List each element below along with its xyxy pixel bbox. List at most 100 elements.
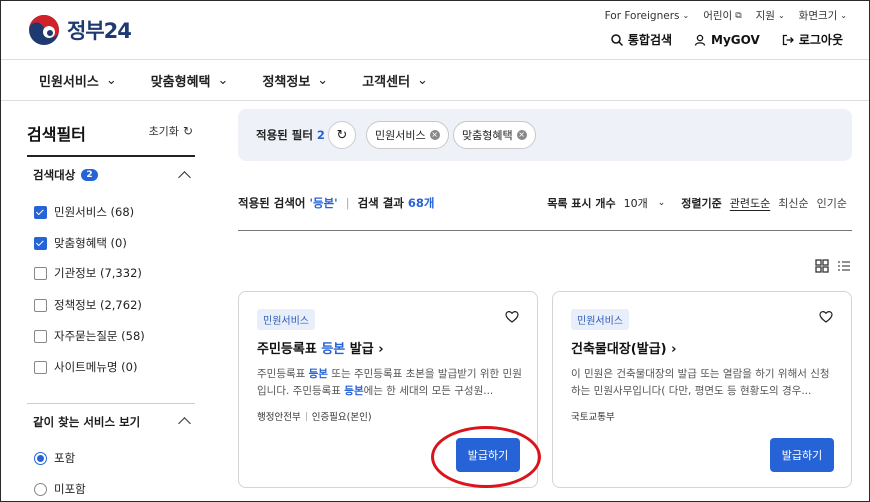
- title-highlight: 등본: [321, 342, 346, 357]
- result-card: 민원서비스 주민등록표 등본 발급 › 주민등록표 등본 또는 주민등록표 초본…: [238, 291, 538, 488]
- card-title-link[interactable]: 건축물대장(발급) ›: [571, 338, 677, 357]
- per-page-select[interactable]: 10개 ⌄: [624, 195, 666, 211]
- taegeuk-logo-icon: [29, 15, 59, 45]
- desc-highlight: 등본: [344, 385, 364, 397]
- util-support[interactable]: 지원 ⌄: [756, 8, 785, 23]
- search-target-label: 검색대상: [33, 168, 76, 182]
- filter-label-text: 적용된 필터: [256, 128, 313, 142]
- menu-custom-benefits[interactable]: 맞춤형혜택 ⌄: [151, 71, 229, 90]
- checkbox-checked[interactable]: [34, 236, 47, 250]
- filter-refresh-button[interactable]: ↻: [328, 121, 356, 149]
- close-icon[interactable]: ×: [516, 130, 527, 140]
- grid-view-icon[interactable]: [815, 259, 829, 273]
- radio-label: 포함: [54, 451, 76, 465]
- checkbox-faq[interactable]: 자주묻는질문 (58): [34, 328, 145, 344]
- collapse-chevron-icon[interactable]: [178, 171, 191, 184]
- main-menu: 민원서비스 ⌄ 맞춤형혜택 ⌄ 정책정보 ⌄ 고객센터 ⌄: [39, 71, 428, 90]
- checkbox-policy-info[interactable]: 정책정보 (2,762): [34, 297, 142, 313]
- sidebar-divider: [27, 155, 195, 157]
- list-view-icon[interactable]: [837, 259, 851, 273]
- radio-exclude[interactable]: 미포함: [34, 481, 86, 497]
- checkbox-label: 자주묻는질문 (58): [54, 329, 145, 343]
- filter-chip-civil-service[interactable]: 민원서비스 ×: [366, 121, 449, 149]
- heart-icon[interactable]: [505, 310, 519, 324]
- checkbox[interactable]: [34, 360, 47, 374]
- agency-name: 국토교통부: [571, 412, 615, 423]
- integrated-search-button[interactable]: 통합검색: [611, 31, 672, 48]
- chevron-down-icon: ⌄: [657, 198, 666, 208]
- sort-popular[interactable]: 인기순: [817, 195, 847, 211]
- issue-button[interactable]: 발급하기: [770, 438, 834, 472]
- card-description: 이 민원은 건축물대장의 발급 또는 열람을 하기 위해서 신청하는 민원사무입…: [571, 368, 830, 397]
- external-link-icon: ⧉: [735, 10, 742, 21]
- collapse-chevron-icon[interactable]: [178, 417, 191, 430]
- sort-latest[interactable]: 최신순: [778, 195, 808, 211]
- checkbox-civil-service[interactable]: 민원서비스 (68): [34, 204, 134, 220]
- filter-chip-custom-benefits[interactable]: 맞춤형혜택 ×: [453, 121, 536, 149]
- checkbox-agency-info[interactable]: 기관정보 (7,332): [34, 265, 142, 281]
- util-foreigners[interactable]: For Foreigners ⌄: [605, 8, 690, 23]
- desc-highlight: 등본: [308, 368, 328, 380]
- menu-divider: [1, 100, 869, 101]
- checkbox-custom-benefits[interactable]: 맞춤형혜택 (0): [34, 235, 127, 251]
- title-text: 건축물대장(발급): [571, 342, 667, 357]
- applied-filter-bar: 적용된 필터 2 ↻ 민원서비스 × 맞춤형혜택 ×: [238, 109, 852, 161]
- per-page-value: 10개: [623, 197, 648, 210]
- sidebar-title: 검색필터: [27, 125, 86, 144]
- issue-button[interactable]: 발급하기: [456, 438, 520, 472]
- applied-filter-label: 적용된 필터 2: [256, 127, 325, 143]
- checkbox-checked[interactable]: [34, 205, 47, 219]
- refresh-icon: ↻: [182, 124, 193, 138]
- chip-label: 민원서비스: [375, 129, 426, 142]
- radio-label: 미포함: [54, 482, 86, 496]
- close-icon[interactable]: ×: [429, 130, 440, 140]
- card-meta: 국토교통부: [571, 409, 615, 423]
- menu-policy-info[interactable]: 정책정보 ⌄: [262, 71, 328, 90]
- desc-text: 주민등록표: [257, 368, 309, 380]
- gov24-logo[interactable]: 정부24: [27, 13, 132, 47]
- result-count: 68개: [407, 196, 435, 210]
- desc-text: 에는 한 세대의 모든 구성원...: [363, 385, 494, 397]
- per-page-label: 목록 표시 개수: [547, 197, 616, 210]
- category-tag: 민원서비스: [571, 309, 629, 330]
- agency-name: 행정안전부: [257, 412, 301, 423]
- chevron-down-icon: ⌄: [105, 73, 117, 88]
- category-tag: 민원서비스: [257, 309, 315, 330]
- util-children[interactable]: 어린이 ⧉: [703, 8, 741, 23]
- checkbox[interactable]: [34, 298, 47, 312]
- chip-label: 맞춤형혜택: [462, 129, 513, 142]
- chevron-down-icon: ⌄: [417, 73, 428, 88]
- applied-keyword-label: 적용된 검색어: [238, 196, 306, 210]
- radio-include[interactable]: 포함: [34, 450, 75, 466]
- logout-icon: [782, 34, 794, 45]
- menu-customer-center[interactable]: 고객센터 ⌄: [362, 71, 428, 90]
- result-controls: 목록 표시 개수 10개 ⌄ 정렬기준 관련도순 최신순 인기순: [547, 195, 847, 211]
- menu-civil-service[interactable]: 민원서비스 ⌄: [39, 71, 117, 90]
- related-services-header[interactable]: 같이 찾는 서비스 보기: [33, 414, 140, 430]
- checkbox[interactable]: [34, 266, 47, 280]
- checkbox-label: 민원서비스 (68): [54, 205, 135, 219]
- reset-label: 초기화: [148, 125, 179, 138]
- chevron-down-icon: ⌄: [217, 73, 229, 88]
- sort-relevance[interactable]: 관련도순: [730, 195, 770, 211]
- sort-label: 정렬기준: [681, 197, 722, 210]
- user-icon: [694, 34, 706, 46]
- chevron-down-icon: ⌄: [682, 11, 690, 20]
- radio-selected[interactable]: [34, 451, 47, 465]
- radio[interactable]: [34, 482, 47, 496]
- filter-count: 2: [316, 128, 325, 142]
- card-title-link[interactable]: 주민등록표 등본 발급 ›: [257, 338, 384, 357]
- logout-button[interactable]: 로그아웃: [782, 31, 843, 48]
- heart-icon[interactable]: [819, 310, 833, 324]
- mygov-button[interactable]: MyGOV: [694, 31, 760, 48]
- chevron-right-icon: ›: [378, 342, 384, 357]
- search-target-header[interactable]: 검색대상 2: [33, 167, 98, 183]
- header-actions: 통합검색 MyGOV 로그아웃: [611, 31, 843, 48]
- search-icon: [611, 33, 623, 46]
- checkbox-site-menu[interactable]: 사이트메뉴명 (0): [34, 359, 137, 375]
- chevron-down-icon: ⌄: [777, 11, 785, 20]
- chevron-down-icon: ⌄: [840, 11, 847, 20]
- checkbox[interactable]: [34, 329, 47, 343]
- util-font-size[interactable]: 화면크기 ⌄: [799, 8, 847, 23]
- reset-button[interactable]: 초기화 ↻: [149, 123, 193, 139]
